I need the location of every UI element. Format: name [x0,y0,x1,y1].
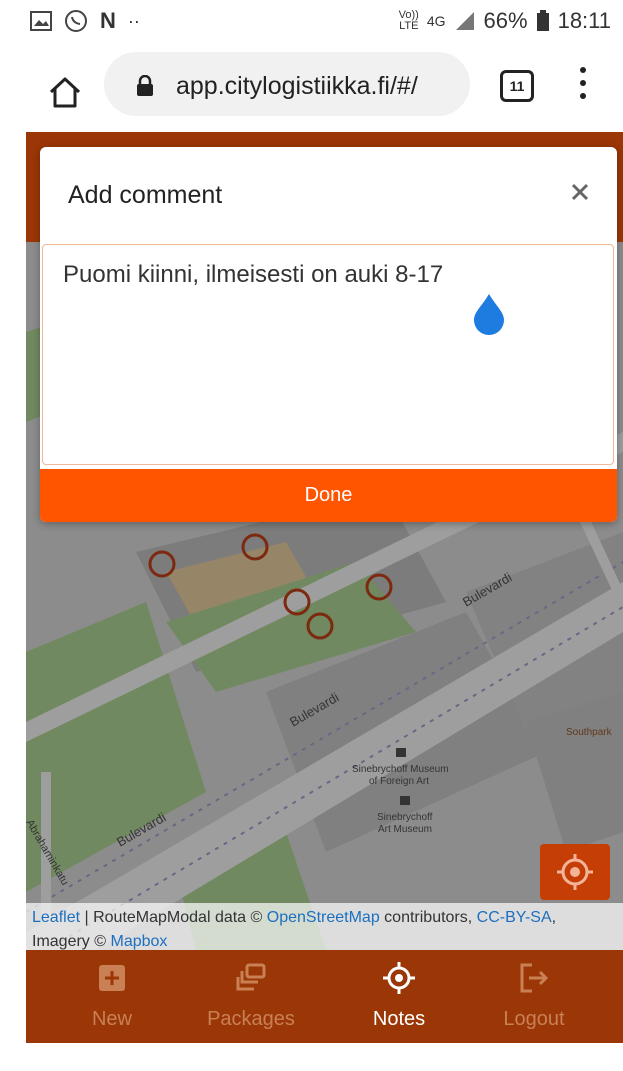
browser-toolbar: app.citylogistiikka.fi/#/ 11 [0,40,623,130]
status-bar: N ·· Vo)) LTE 4G 66% 18:11 [0,0,623,40]
logout-icon [520,963,549,993]
network-type: 4G [426,13,446,29]
add-comment-modal: Add comment Puomi kiinni, ilmeisesti on … [40,147,617,522]
crosshair-icon [383,962,415,994]
url-text[interactable]: app.citylogistiikka.fi/#/ [176,72,456,101]
nav-notes-label: Notes [372,1008,426,1030]
clock: 18:11 [557,8,611,33]
nav-logout-label: Logout [503,1008,565,1030]
nav-new-label: New [91,1008,132,1030]
attribution-text: contributors, [379,909,477,926]
close-icon[interactable] [571,183,589,201]
signal-icon [455,12,474,30]
lock-icon [137,75,153,96]
netflix-icon: N [100,8,116,33]
text-cursor-handle-icon[interactable] [472,292,506,336]
volte-indicator: Vo)) LTE [398,9,419,32]
crosshair-icon [557,854,593,890]
tab-switcher-button[interactable]: 11 [500,70,534,102]
license-link[interactable]: CC-BY-SA [477,909,552,926]
osm-link[interactable]: OpenStreetMap [267,909,380,926]
overflow-menu-icon[interactable] [578,67,588,105]
packages-icon [236,963,266,991]
image-icon [30,11,52,31]
leaflet-link[interactable]: Leaflet [32,909,80,926]
done-button[interactable]: Done [40,469,617,522]
add-icon [99,965,125,991]
map-attribution: Leaflet | RouteMapModal data © OpenStree… [26,903,623,953]
nav-packages-label: Packages [207,1008,295,1030]
home-icon[interactable] [48,75,82,109]
nav-new[interactable]: New [52,962,172,1031]
more-dots-icon: ·· [127,10,140,31]
nav-packages[interactable]: Packages [191,962,311,1031]
mapbox-link[interactable]: Mapbox [110,933,167,950]
bottom-navigation: New Packages Notes Logout [26,950,623,1043]
modal-title: Add comment [68,181,223,209]
battery-percent: 66% [483,8,528,33]
battery-icon [536,10,549,31]
attribution-text: | RouteMapModal data © [80,909,267,926]
whatsapp-icon [65,10,87,32]
locate-me-button[interactable] [540,844,610,900]
comment-textarea[interactable]: Puomi kiinni, ilmeisesti on auki 8-17 [42,244,614,465]
nav-logout[interactable]: Logout [474,962,594,1031]
nav-notes[interactable]: Notes [339,962,459,1031]
